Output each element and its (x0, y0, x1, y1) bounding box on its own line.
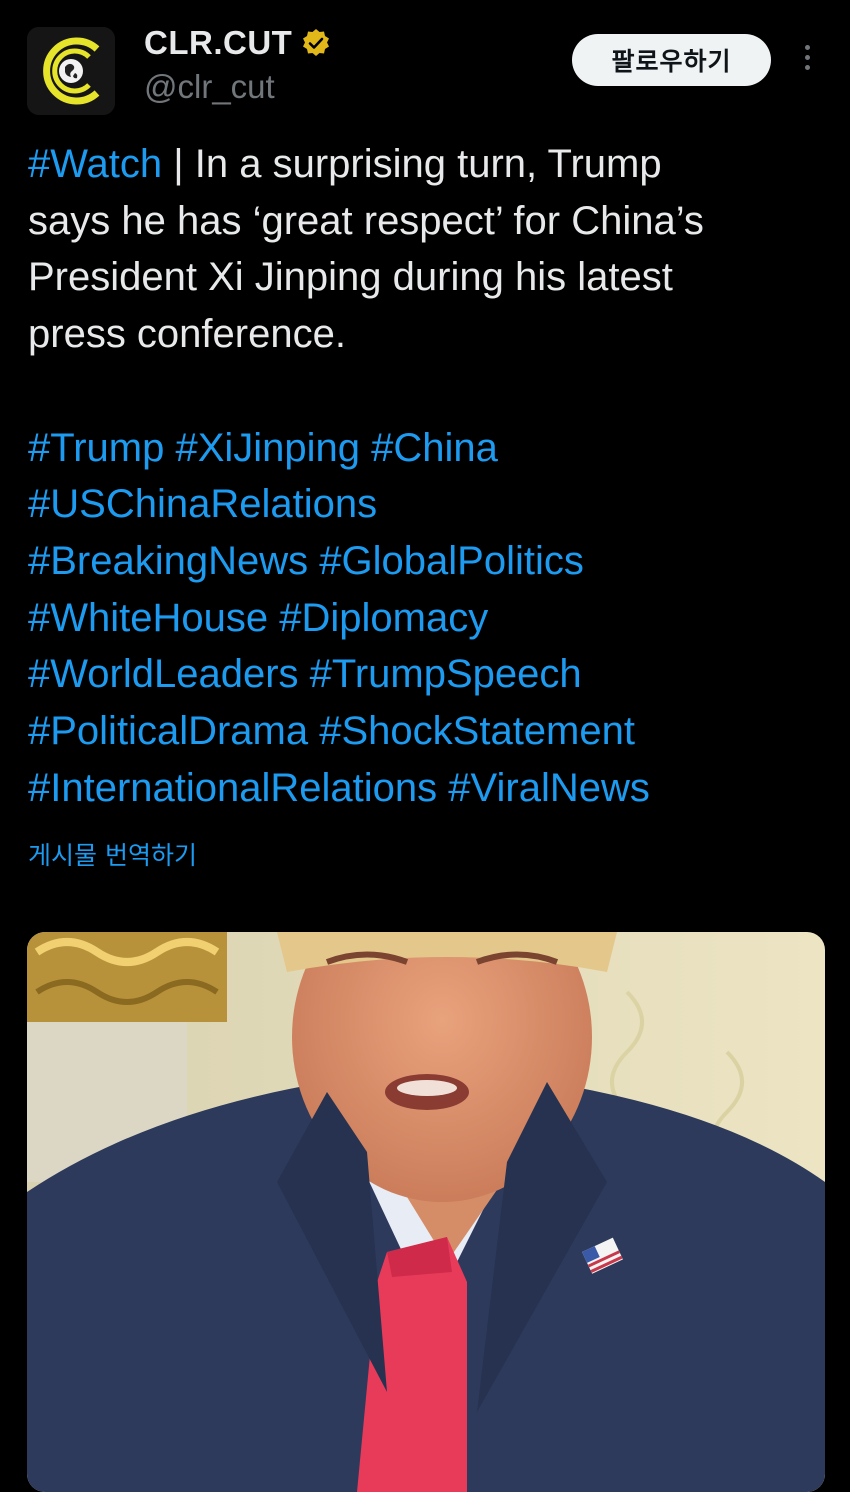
hashtag-link[interactable]: #BreakingNews (28, 539, 308, 583)
hashtag-line: #WhiteHouse #Diplomacy (28, 590, 828, 647)
tweet-text-segment: | In a surprising turn, Trump (162, 142, 662, 186)
author-name-row: CLR.CUT (144, 24, 332, 62)
verified-badge-icon (303, 29, 330, 56)
hashtag-link[interactable]: #ShockStatement (319, 709, 635, 753)
hashtag-link[interactable]: #WhiteHouse (28, 596, 268, 640)
author-handle[interactable]: @clr_cut (144, 68, 275, 106)
hashtag-line: #USChinaRelations (28, 476, 828, 533)
hashtag-link[interactable]: #Diplomacy (279, 596, 488, 640)
hashtag-link[interactable]: #China (371, 426, 498, 470)
hashtag-link[interactable]: #Watch (28, 142, 162, 186)
clr-cut-logo-icon (27, 27, 115, 115)
hashtag-link[interactable]: #GlobalPolitics (319, 539, 584, 583)
hashtag-link[interactable]: #ViralNews (448, 766, 650, 810)
tweet-text: #Watch | In a surprising turn, Trump say… (28, 136, 828, 816)
author-display-name[interactable]: CLR.CUT (144, 24, 292, 62)
hashtag-link[interactable]: #PoliticalDrama (28, 709, 308, 753)
follow-button[interactable]: 팔로우하기 (572, 34, 771, 86)
hashtag-link[interactable]: #WorldLeaders (28, 652, 299, 696)
media-image (27, 932, 825, 1492)
tweet-line: press conference. (28, 312, 346, 357)
hashtag-link[interactable]: #InternationalRelations (28, 766, 437, 810)
hashtag-line: #PoliticalDrama #ShockStatement (28, 703, 828, 760)
avatar[interactable] (27, 27, 115, 115)
more-options-icon[interactable] (797, 42, 817, 78)
tweet-header: CLR.CUT @clr_cut 팔로우하기 (0, 0, 850, 130)
hashtag-line: #BreakingNews #GlobalPolitics (28, 533, 828, 590)
hashtag-line: #WorldLeaders #TrumpSpeech (28, 646, 828, 703)
hashtag-line: #Trump #XiJinping #China (28, 420, 828, 477)
video-thumbnail[interactable] (27, 932, 825, 1492)
hashtag-link[interactable]: #USChinaRelations (28, 482, 377, 526)
hashtag-line: #InternationalRelations #ViralNews (28, 760, 828, 817)
tweet-line: President Xi Jinping during his latest (28, 255, 673, 300)
hashtag-link[interactable]: #Trump (28, 426, 164, 470)
hashtag-link[interactable]: #TrumpSpeech (310, 652, 582, 696)
translate-post-link[interactable]: 게시물 번역하기 (28, 836, 197, 872)
tweet-line: #Watch | In a surprising turn, Trump (28, 136, 828, 193)
hashtag-link[interactable]: #XiJinping (175, 426, 360, 470)
tweet-line: says he has ‘great respect’ for China’s (28, 198, 704, 243)
